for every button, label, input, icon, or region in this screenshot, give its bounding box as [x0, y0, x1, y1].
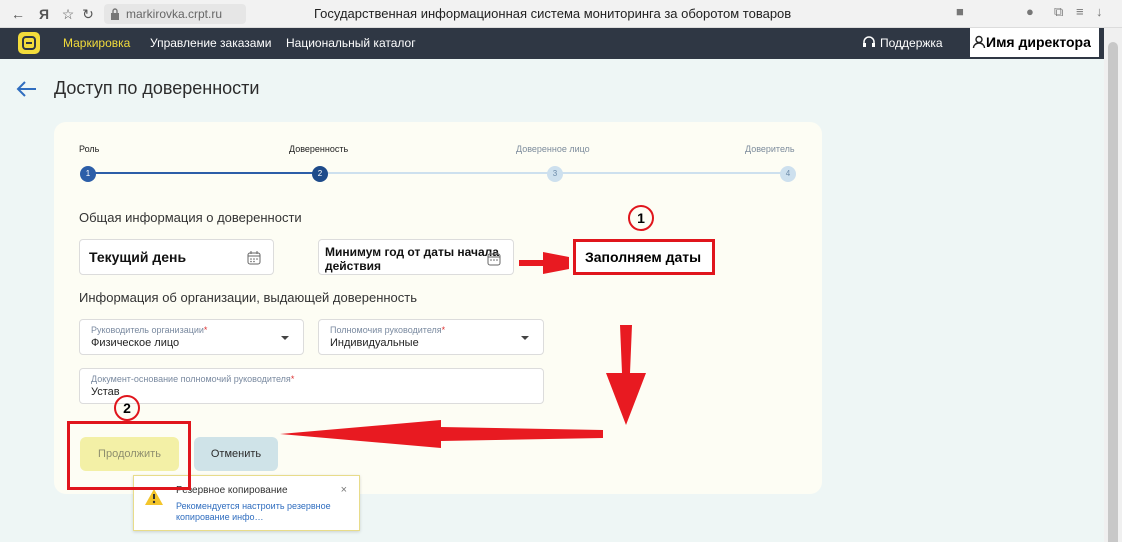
arrow-down: [606, 325, 646, 425]
annotation-arrows: [280, 252, 646, 448]
arrow-left-to-date: [519, 252, 569, 274]
arrow-left-to-button: [280, 420, 603, 448]
